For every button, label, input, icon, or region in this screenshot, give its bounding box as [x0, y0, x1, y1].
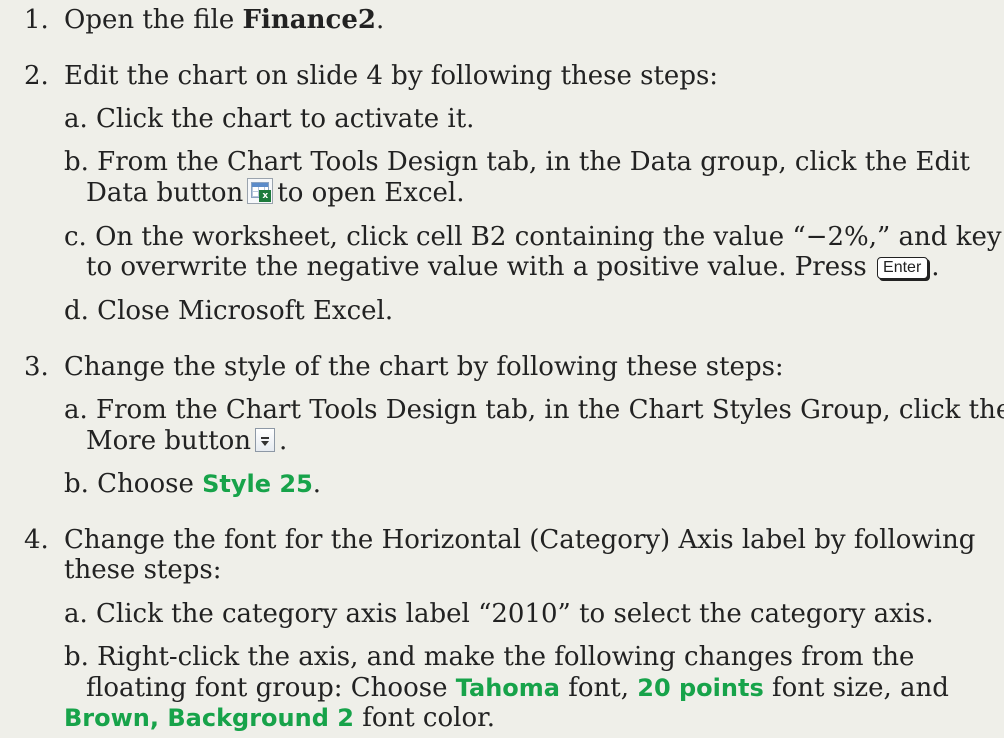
step-number: 2. — [24, 61, 49, 91]
substep-4a: a. Click the category axis label “2010” … — [64, 599, 934, 629]
substep-2c-line1: c. On the worksheet, click cell B2 conta… — [64, 222, 1004, 252]
instruction-page: 1. Open the file Finance2. 2. Edit the c… — [0, 0, 1004, 738]
step-text-line1: Change the font for the Horizontal (Cate… — [64, 525, 976, 555]
substep-3a-line1: a. From the Chart Tools Design tab, in t… — [64, 395, 1004, 425]
excel-edit-data-icon[interactable]: x — [247, 178, 274, 204]
step-text: Edit the chart on slide 4 by following t… — [64, 61, 719, 91]
substep-3a-line2: More button. — [86, 426, 288, 456]
step-number: 3. — [24, 352, 49, 382]
step-number: 1. — [24, 5, 49, 35]
substep-2b-line1: b. From the Chart Tools Design tab, in t… — [64, 147, 970, 177]
font-size: 20 points — [637, 674, 764, 702]
font-name: Tahoma — [455, 674, 560, 702]
step-text-end: . — [375, 5, 385, 35]
file-name: Finance2 — [242, 5, 376, 35]
substep-2c-line2: to overwrite the negative value with a p… — [86, 252, 940, 282]
substep-3b: b. Choose Style 25. — [64, 469, 322, 499]
substep-4b-line1: b. Right-click the axis, and make the fo… — [64, 642, 915, 672]
more-gallery-icon[interactable] — [255, 428, 276, 452]
step-text: Open the file — [64, 5, 243, 35]
style-name: Style 25 — [202, 470, 313, 498]
substep-2b-line2: Data button x to open Excel. — [86, 178, 465, 208]
enter-key: Enter — [877, 257, 929, 279]
substep-2a: a. Click the chart to activate it. — [64, 104, 475, 134]
substep-4b-line2: floating font group: Choose Tahoma font,… — [86, 673, 949, 703]
step-4-line2: these steps: — [64, 555, 222, 585]
font-color: Brown, Background 2 — [64, 704, 354, 732]
step-number: 4. — [24, 525, 49, 555]
step-text: Change the style of the chart by followi… — [64, 352, 784, 382]
substep-4b-line3: Brown, Background 2 font color. — [64, 703, 495, 733]
substep-2d: d. Close Microsoft Excel. — [64, 296, 394, 326]
